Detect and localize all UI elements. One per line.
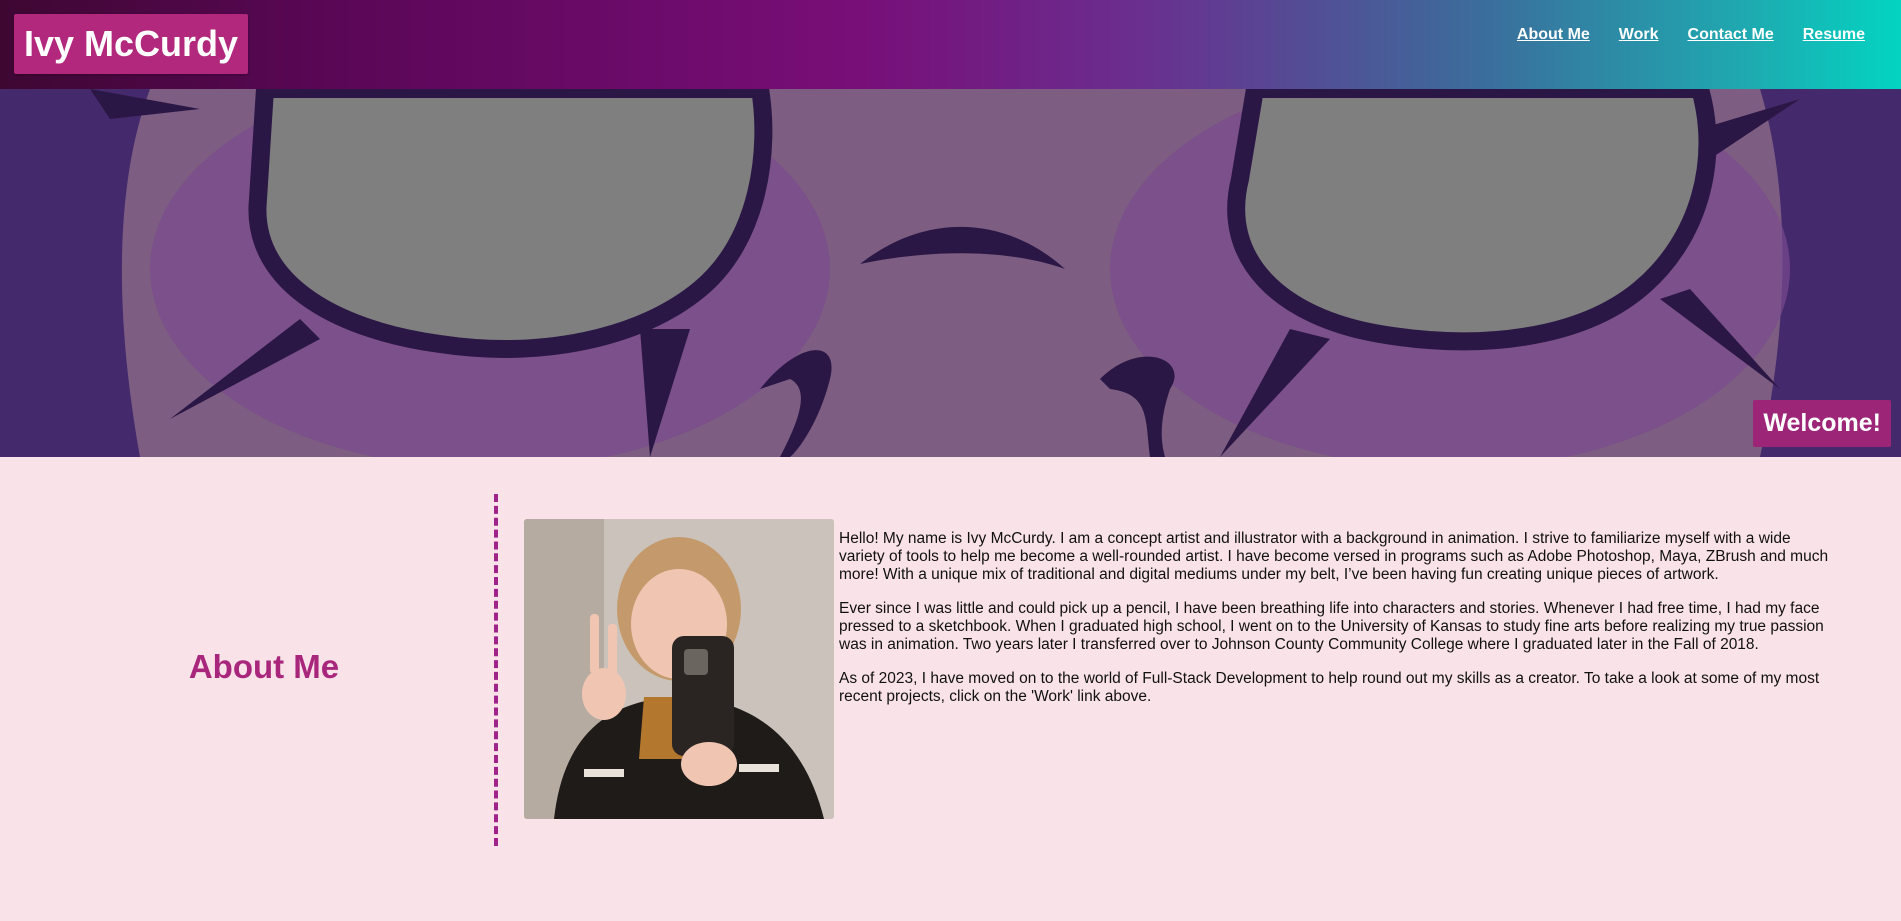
main-nav: About Me Work Contact Me Resume [1517,26,1865,44]
welcome-badge: Welcome! [1753,400,1891,447]
profile-photo [524,519,834,819]
nav-link-work[interactable]: Work [1619,26,1659,44]
bio-paragraph: Ever since I was little and could pick u… [839,600,1824,653]
hero-banner: Welcome! [0,89,1901,457]
site-logo[interactable]: Ivy McCurdy [14,14,249,74]
bio-paragraph: As of 2023, I have moved on to the world… [839,670,1820,705]
nav-link-resume[interactable]: Resume [1803,26,1865,44]
site-header: Ivy McCurdy About Me Work Contact Me Res… [0,0,1901,89]
bio-paragraph: Hello! My name is Ivy McCurdy. I am a co… [839,530,1829,583]
about-bio: Hello! My name is Ivy McCurdy. I am a co… [839,530,1839,722]
section-divider [494,494,498,846]
nav-link-contact-me[interactable]: Contact Me [1688,26,1774,44]
about-title: About Me [188,648,340,685]
hero-illustration [0,89,1901,457]
nav-link-about-me[interactable]: About Me [1517,26,1590,44]
